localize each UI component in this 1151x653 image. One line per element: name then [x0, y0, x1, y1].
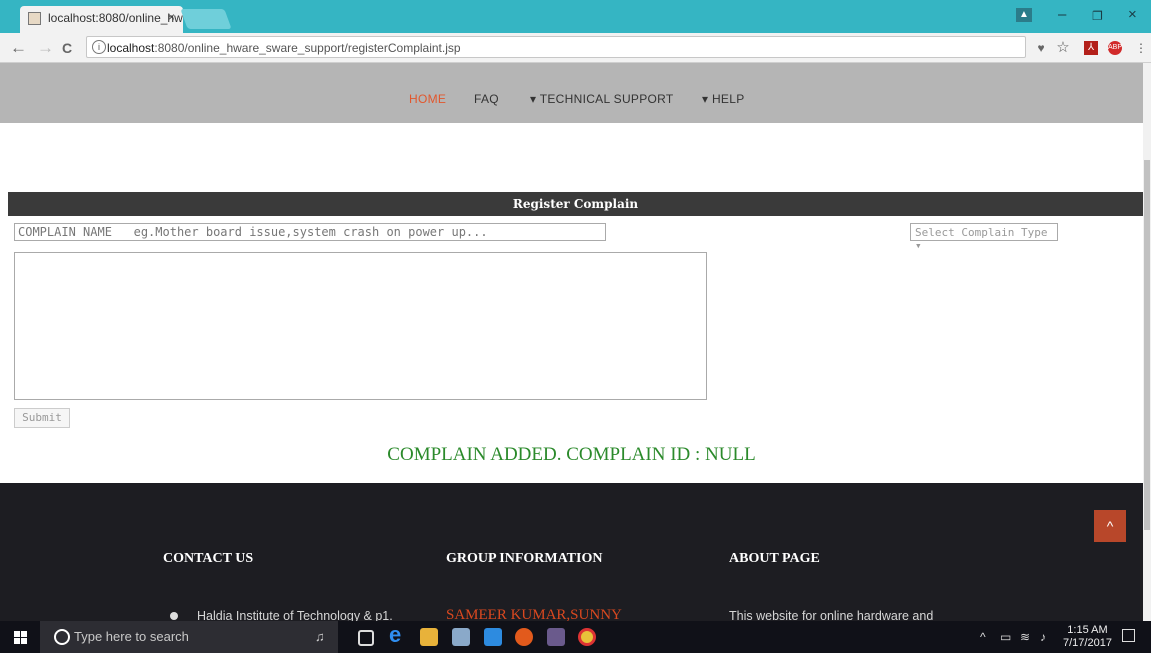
page-favicon-icon [28, 12, 41, 25]
volume-icon[interactable]: ♪ [1040, 630, 1046, 644]
task-view-icon[interactable] [358, 630, 374, 646]
nav-home-link[interactable]: HOME [409, 92, 446, 106]
result-message: COMPLAIN ADDED. COMPLAIN ID : NULL [387, 444, 756, 465]
game-app-icon[interactable] [547, 628, 565, 646]
pdf-extension-icon[interactable]: ⅄ [1084, 41, 1098, 55]
wifi-icon[interactable]: ≋ [1020, 630, 1030, 644]
file-explorer-icon[interactable] [420, 628, 438, 646]
group-information-heading: GROUP INFORMATION [446, 551, 603, 566]
location-pin-icon [170, 612, 178, 620]
scroll-to-top-button[interactable]: ^ [1094, 510, 1126, 542]
browser-tabstrip: localhost:8080/online_hw × ▲ – ❐ × [0, 0, 1151, 33]
clock-time: 1:15 AM [1067, 624, 1108, 636]
firefox-icon[interactable] [515, 628, 533, 646]
new-tab-button[interactable] [180, 9, 232, 29]
edge-browser-icon[interactable]: e [389, 622, 407, 647]
page-scrollbar[interactable] [1143, 63, 1151, 621]
top-nav: HOME FAQ ▾ TECHNICAL SUPPORT ▾ HELP [0, 63, 1143, 123]
maximize-button[interactable]: ❐ [1092, 9, 1103, 23]
complain-type-select[interactable]: Select Complain Type ▾ [910, 223, 1058, 252]
tab-title: localhost:8080/online_hw [48, 11, 183, 25]
microphone-icon[interactable]: ♫ [315, 629, 325, 644]
address-bar: ← → C i localhost:8080/online_hware_swar… [0, 33, 1151, 63]
about-page-heading: ABOUT PAGE [729, 551, 820, 566]
complain-description-textarea[interactable] [14, 252, 707, 400]
app-icon[interactable] [452, 628, 470, 646]
submit-button[interactable]: Submit [14, 408, 70, 428]
clock-date: 7/17/2017 [1063, 637, 1112, 649]
complain-name-input[interactable] [14, 223, 606, 241]
url-input[interactable]: i localhost:8080/online_hware_sware_supp… [86, 36, 1026, 58]
contact-address: Haldia Institute of Technology & p1. [197, 609, 393, 621]
windows-taskbar: Type here to search ♫ e ^ ▭ ≋ ♪ 1:15 AM … [0, 621, 1151, 653]
taskbar-search-placeholder: Type here to search [74, 629, 189, 644]
page-footer: CONTACT US GROUP INFORMATION ABOUT PAGE … [0, 483, 1143, 621]
scrollbar-thumb[interactable] [1144, 160, 1150, 530]
tab-close-icon[interactable]: × [168, 10, 175, 24]
register-complain-header: Register Complain [8, 192, 1143, 216]
site-info-icon[interactable]: i [92, 40, 106, 54]
url-path: :8080/online_hware_sware_support/registe… [154, 41, 461, 55]
windows-start-icon[interactable] [14, 631, 27, 644]
forward-button[interactable]: → [37, 38, 54, 58]
back-button[interactable]: ← [10, 38, 27, 58]
adblock-extension-icon[interactable]: ABP [1108, 41, 1122, 55]
minimize-button[interactable]: – [1058, 6, 1066, 23]
nav-help-link[interactable]: ▾ HELP [702, 92, 745, 106]
key-icon[interactable]: ♥ [1034, 41, 1048, 55]
browser-menu-icon[interactable]: ⋮ [1134, 41, 1148, 55]
window-close-button[interactable]: × [1128, 6, 1137, 23]
cortana-icon [54, 629, 70, 645]
taskbar-clock[interactable]: 1:15 AM 7/17/2017 [1063, 624, 1112, 650]
word-app-icon[interactable] [484, 628, 502, 646]
user-profile-icon[interactable]: ▲ [1016, 8, 1032, 22]
chrome-icon[interactable] [578, 628, 596, 646]
notification-center-icon[interactable] [1122, 629, 1135, 642]
battery-icon[interactable]: ▭ [1000, 630, 1011, 644]
browser-tab[interactable]: localhost:8080/online_hw × [20, 6, 183, 33]
about-text: This website for online hardware and [729, 609, 934, 621]
nav-technical-support-link[interactable]: ▾ TECHNICAL SUPPORT [530, 92, 674, 106]
page-viewport: HOME FAQ ▾ TECHNICAL SUPPORT ▾ HELP Regi… [0, 63, 1143, 621]
taskbar-search-box[interactable]: Type here to search [40, 621, 338, 653]
contact-us-heading: CONTACT US [163, 551, 254, 566]
group-member[interactable]: SAMEER KUMAR,SUNNY [446, 607, 622, 621]
reload-button[interactable]: C [62, 40, 72, 56]
tray-chevron-icon[interactable]: ^ [980, 630, 986, 644]
bookmark-star-icon[interactable]: ☆ [1056, 40, 1070, 55]
url-host: localhost [107, 41, 155, 55]
nav-faq-link[interactable]: FAQ [474, 92, 499, 106]
